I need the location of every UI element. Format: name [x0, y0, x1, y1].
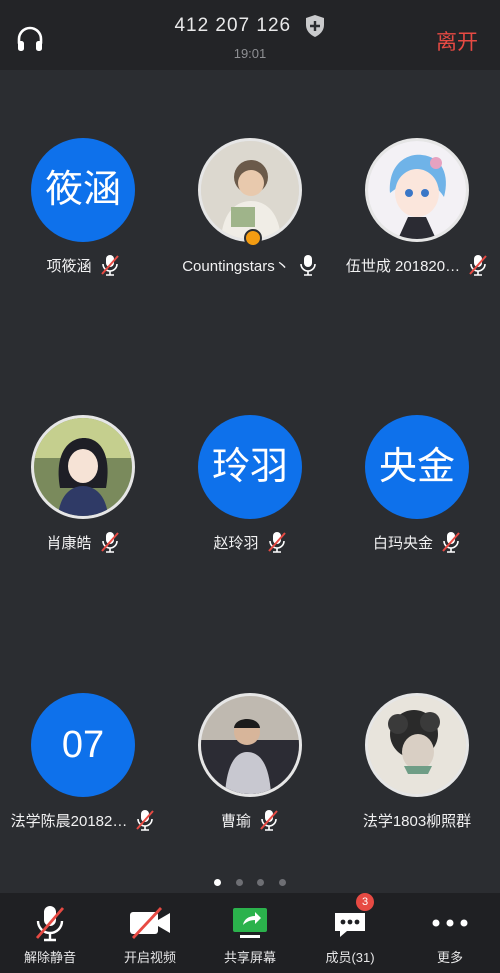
mic-muted-icon: [136, 810, 155, 831]
participants-button[interactable]: 3 成员(31): [300, 893, 400, 973]
avatar-initials: 筱涵: [44, 169, 121, 211]
avatar-initials: 07: [61, 724, 105, 766]
participant-name: 肖康皓: [46, 534, 92, 552]
mic-muted-icon: [100, 255, 119, 276]
mic-muted-icon: [35, 906, 65, 942]
participant-name: 白玛央金: [372, 534, 433, 552]
top-bar: 412 207 126 19:01 离开: [0, 0, 500, 70]
shield-icon: [305, 15, 324, 37]
page-dot[interactable]: [214, 879, 222, 886]
avatar: [198, 693, 302, 797]
avatar: 央金: [365, 415, 469, 519]
participant-tile[interactable]: 肖康皓: [0, 415, 166, 555]
host-badge-icon: [244, 229, 262, 247]
participant-tile[interactable]: Countingstars丶: [167, 138, 333, 278]
sketch-avatar-icon: [368, 696, 466, 794]
avatar: [31, 415, 135, 519]
anime-avatar-icon: [368, 141, 466, 239]
mic-muted-icon: [100, 532, 119, 553]
more-dots-icon: [432, 919, 468, 927]
participant-tile[interactable]: 伍世成 201820…: [334, 138, 500, 278]
unmute-button[interactable]: 解除静音: [0, 893, 100, 973]
page-dot[interactable]: [257, 879, 265, 886]
participant-tile[interactable]: 央金 白玛央金: [334, 415, 500, 555]
participant-name: 法学1803柳照群: [362, 812, 472, 830]
meeting-toolbar: 解除静音 开启视频 共享屏幕 3 成员(31) 更多: [0, 893, 500, 973]
avatar: 玲羽: [198, 415, 302, 519]
avatar: [365, 693, 469, 797]
share-screen-icon: [233, 908, 267, 938]
notification-badge: 3: [356, 893, 374, 911]
child-photo-avatar-icon: [201, 696, 299, 794]
participants-label: 成员(31): [325, 950, 375, 965]
participant-name: 曹瑜: [220, 812, 251, 830]
participant-grid: 筱涵 项筱涵 Countingstars丶 伍世成 201820… 肖康皓 玲羽…: [0, 70, 500, 890]
participant-tile[interactable]: 玲羽 赵玲羽: [167, 415, 333, 555]
meeting-id: 412 207 126: [174, 15, 292, 36]
participant-name: Countingstars丶: [182, 257, 290, 275]
video-off-icon: [130, 907, 170, 939]
participant-name: 伍世成 201820…: [345, 257, 461, 275]
avatar-initials: 央金: [378, 446, 455, 488]
more-button[interactable]: 更多: [400, 893, 500, 973]
photo-avatar-icon: [201, 141, 299, 239]
page-dot[interactable]: [235, 879, 243, 886]
meeting-id-container[interactable]: 412 207 126: [0, 14, 500, 38]
participant-tile[interactable]: 07 法学陈晨20182…: [0, 693, 166, 833]
share-screen-label: 共享屏幕: [223, 950, 276, 965]
participant-tile[interactable]: 法学1803柳照群: [334, 693, 500, 833]
mic-on-icon: [299, 255, 316, 276]
leave-button[interactable]: 离开: [436, 26, 478, 56]
avatar: [198, 138, 302, 247]
avatar: [365, 138, 469, 242]
mic-muted-icon: [442, 532, 460, 553]
participant-tile[interactable]: 筱涵 项筱涵: [0, 138, 166, 278]
avatar-initials: 玲羽: [211, 446, 288, 488]
page-indicator[interactable]: [0, 873, 500, 891]
mic-muted-icon: [469, 255, 487, 276]
anime-avatar-icon: [34, 418, 132, 516]
participant-name: 法学陈晨20182…: [10, 812, 128, 830]
start-video-button[interactable]: 开启视频: [100, 893, 200, 973]
mic-muted-icon: [267, 532, 286, 553]
share-screen-button[interactable]: 共享屏幕: [200, 893, 300, 973]
start-video-label: 开启视频: [123, 950, 176, 965]
avatar: 07: [31, 693, 135, 797]
participant-name: 赵玲羽: [213, 534, 259, 552]
participant-name: 项筱涵: [46, 257, 92, 275]
participant-tile[interactable]: 曹瑜: [167, 693, 333, 833]
avatar: 筱涵: [31, 138, 135, 242]
mic-muted-icon: [260, 810, 278, 831]
meeting-time: 19:01: [233, 46, 267, 61]
unmute-label: 解除静音: [23, 950, 76, 965]
more-label: 更多: [436, 950, 463, 965]
page-dot[interactable]: [278, 879, 286, 886]
